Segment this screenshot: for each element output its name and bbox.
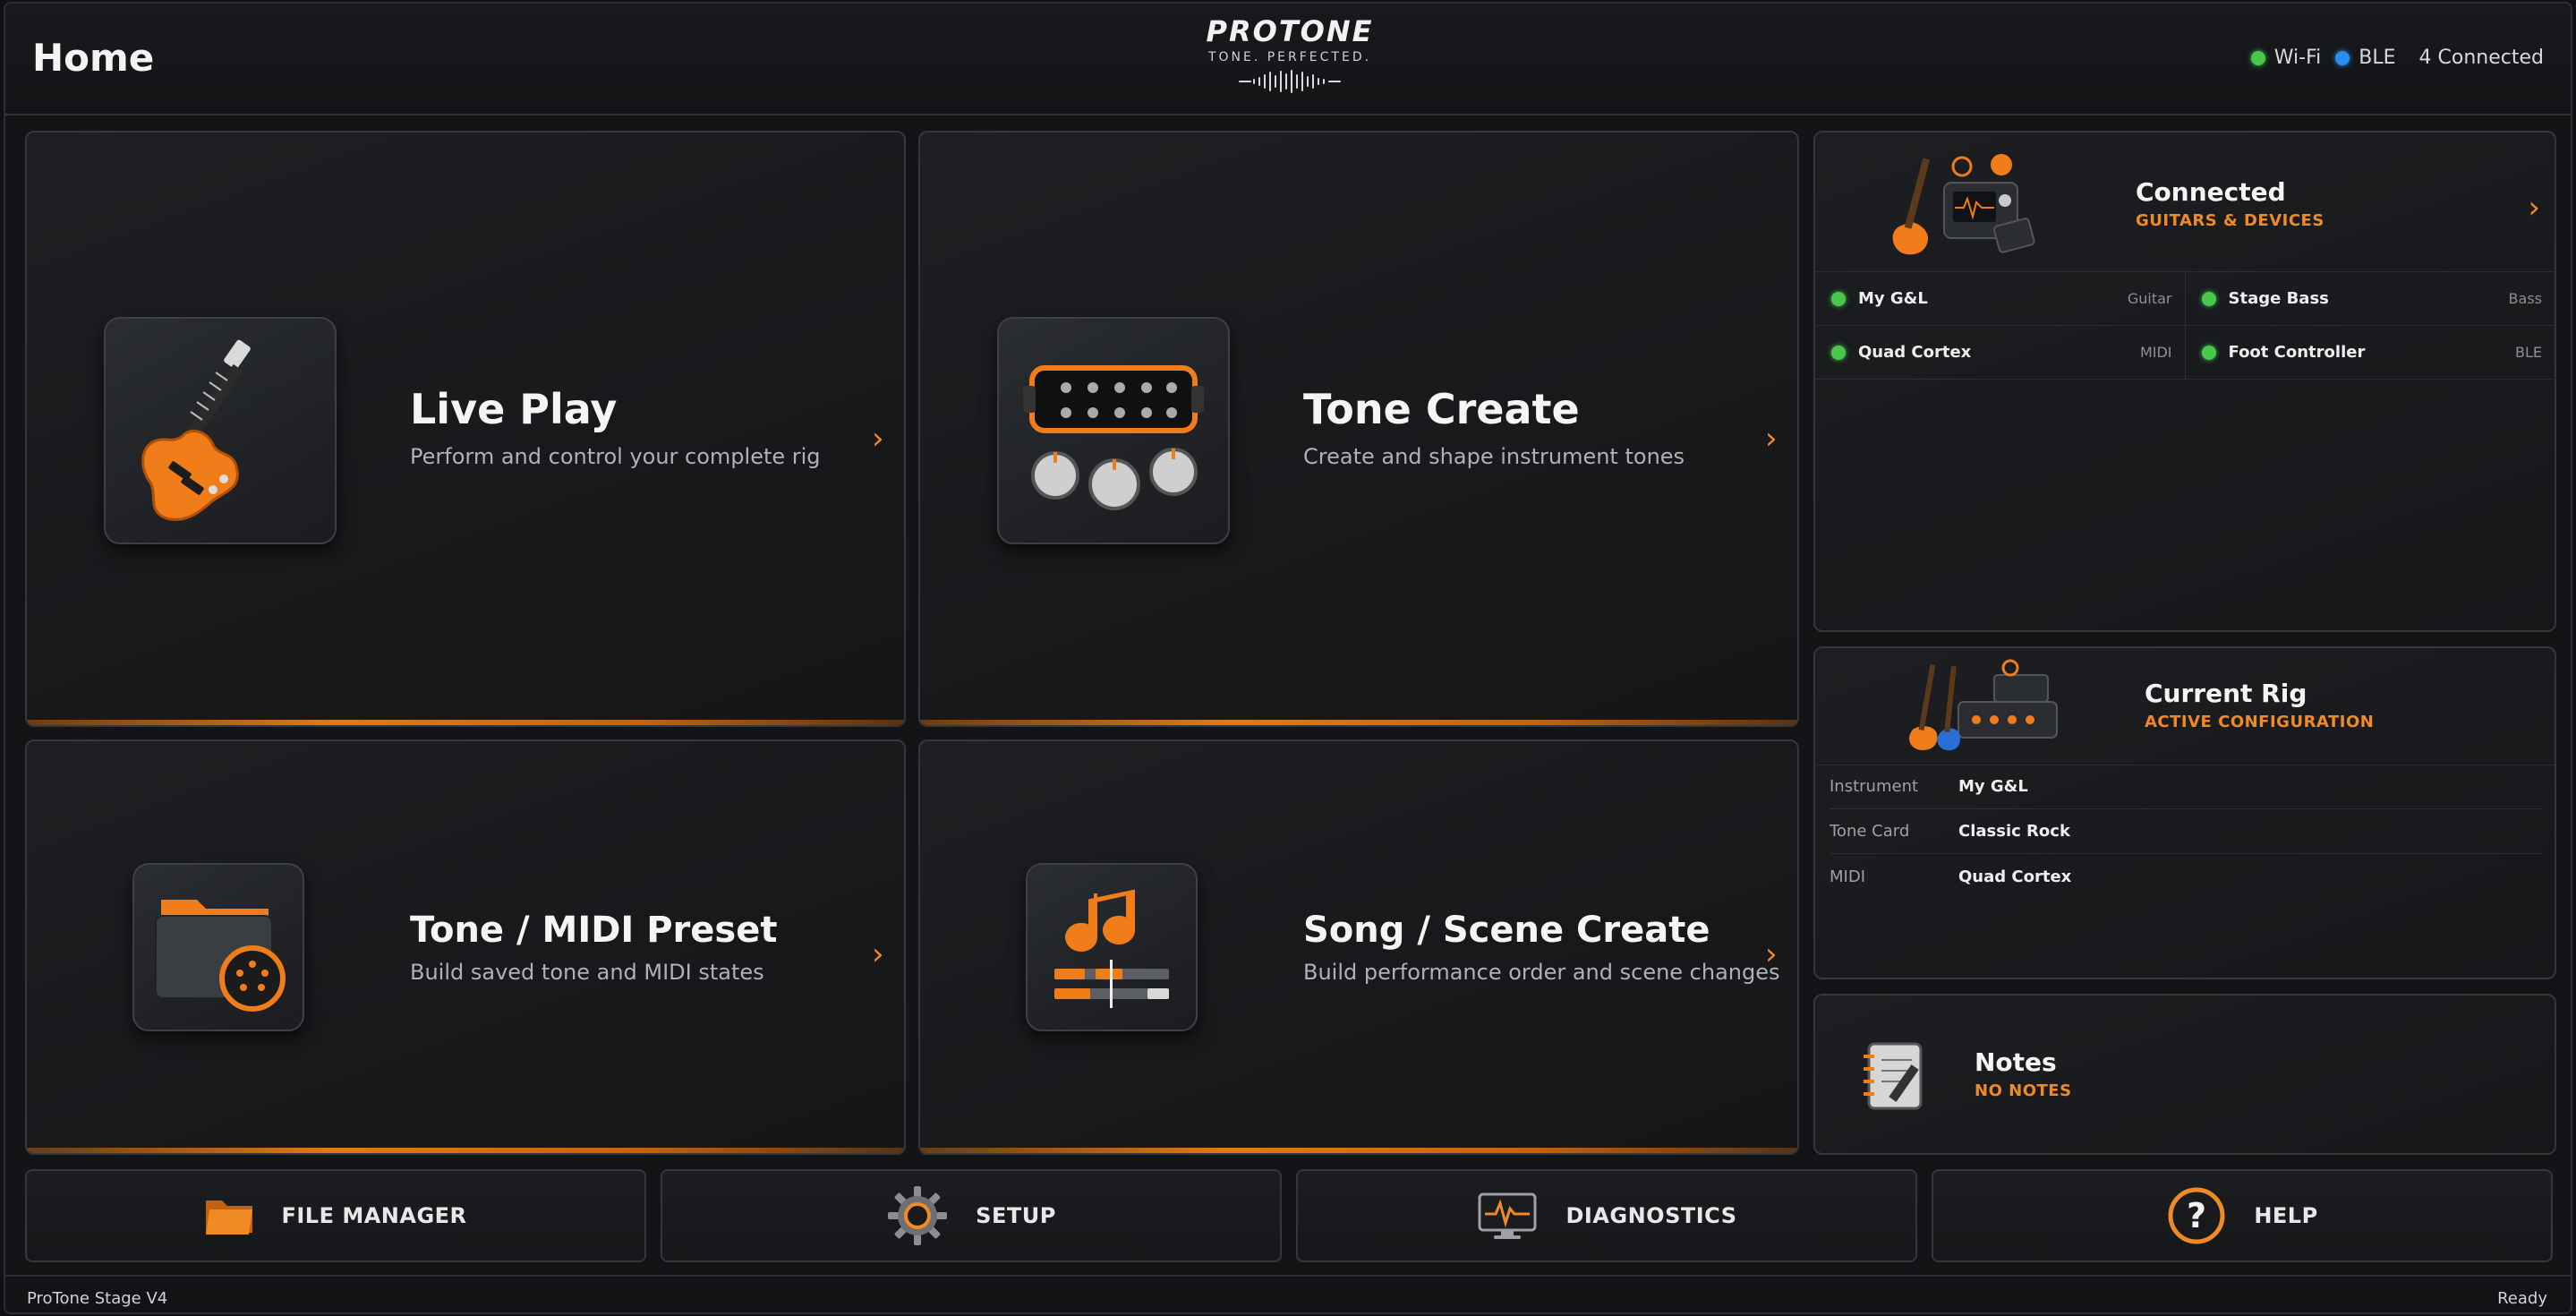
rig-value: My G&L xyxy=(1958,777,2028,796)
tile-accent-bar xyxy=(27,1148,904,1153)
tile-song-scene-create[interactable]: Song / Scene Create Build performance or… xyxy=(918,739,1799,1155)
page-title: Home xyxy=(32,36,155,80)
pickup-knobs-icon xyxy=(997,317,1230,544)
device-item[interactable]: My G&L Guitar xyxy=(1815,272,2185,325)
tile-title: Live Play xyxy=(410,385,618,433)
notepad-icon xyxy=(1855,1037,1935,1121)
setup-button[interactable]: SETUP xyxy=(661,1169,1282,1262)
device-type: Guitar xyxy=(2127,290,2172,307)
chevron-right-icon: › xyxy=(1765,421,1778,457)
tile-tone-create[interactable]: Tone Create Create and shape instrument … xyxy=(918,131,1799,727)
chevron-right-icon[interactable]: › xyxy=(2528,190,2540,226)
device-name: My G&L xyxy=(1858,289,1928,308)
tile-subtitle: Build saved tone and MIDI states xyxy=(410,960,764,985)
rig-value: Classic Rock xyxy=(1958,822,2070,841)
tile-subtitle: Perform and control your complete rig xyxy=(410,444,821,469)
electric-guitar-icon xyxy=(104,317,337,544)
device-type: BLE xyxy=(2515,344,2542,361)
device-row: Quad Cortex MIDI Foot Controller BLE xyxy=(1815,326,2555,380)
rig-key: Instrument xyxy=(1830,777,1919,796)
ready-status: Ready xyxy=(2497,1289,2547,1308)
button-label: FILE MANAGER xyxy=(281,1203,467,1228)
current-rig-panel[interactable]: Current Rig ACTIVE CONFIGURATION Instrum… xyxy=(1813,646,2556,979)
button-label: DIAGNOSTICS xyxy=(1565,1203,1737,1228)
diagnostics-button[interactable]: DIAGNOSTICS xyxy=(1296,1169,1917,1262)
device-type: MIDI xyxy=(2139,344,2172,361)
tile-accent-bar xyxy=(27,720,904,725)
wifi-status-dot xyxy=(2250,50,2265,65)
connected-title: Connected xyxy=(2136,177,2286,207)
device-name: Stage Bass xyxy=(2228,289,2329,308)
ble-label: BLE xyxy=(2358,47,2396,69)
logo-tagline: TONE. PERFECTED. xyxy=(1207,50,1372,64)
svg-text:?: ? xyxy=(2187,1196,2206,1235)
help-icon: ? xyxy=(2168,1187,2225,1244)
ble-status: BLE xyxy=(2335,47,2396,69)
chevron-right-icon: › xyxy=(872,936,884,972)
rig-row: MIDI Quad Cortex xyxy=(1830,854,2542,899)
device-status-dot xyxy=(2201,345,2216,360)
rig-value: Quad Cortex xyxy=(1958,867,2072,886)
device-name: Quad Cortex xyxy=(1858,343,1972,362)
device-status-dot xyxy=(2201,291,2216,306)
logo-brand: PROTONE xyxy=(1206,14,1374,48)
device-item[interactable]: Quad Cortex MIDI xyxy=(1815,326,2185,379)
connected-count: 4 Connected xyxy=(2418,47,2544,69)
device-list: My G&L Guitar Stage Bass Bass Quad Corte… xyxy=(1815,271,2555,380)
wifi-label: Wi-Fi xyxy=(2273,47,2322,69)
device-row: My G&L Guitar Stage Bass Bass xyxy=(1815,272,2555,326)
rig-row: Instrument My G&L xyxy=(1830,765,2542,809)
top-header: Home PROTONE TONE. PERFECTED. Wi-Fi BLE … xyxy=(5,4,2571,115)
app-version: ProTone Stage V4 xyxy=(27,1289,168,1308)
status-bar: ProTone Stage V4 Ready xyxy=(5,1275,2571,1312)
tile-title: Tone Create xyxy=(1303,385,1580,433)
tile-tone-midi-preset[interactable]: Tone / MIDI Preset Build saved tone and … xyxy=(25,739,906,1155)
rig-details: Instrument My G&L Tone Card Classic Rock… xyxy=(1830,765,2542,899)
device-item[interactable]: Stage Bass Bass xyxy=(2184,272,2555,325)
connection-status: Wi-Fi BLE 4 Connected xyxy=(2250,47,2544,69)
help-button[interactable]: ? HELP xyxy=(1932,1169,2553,1262)
button-label: HELP xyxy=(2254,1203,2318,1228)
tile-subtitle: Create and shape instrument tones xyxy=(1303,444,1685,469)
device-name: Foot Controller xyxy=(2228,343,2366,362)
device-type: Bass xyxy=(2508,290,2542,307)
chevron-right-icon: › xyxy=(1765,936,1778,972)
folder-icon xyxy=(206,1201,253,1235)
current-rig-title: Current Rig xyxy=(2145,679,2307,708)
current-rig-subtitle: ACTIVE CONFIGURATION xyxy=(2145,713,2375,731)
rig-row: Tone Card Classic Rock xyxy=(1830,809,2542,854)
button-label: SETUP xyxy=(976,1203,1056,1228)
tile-accent-bar xyxy=(920,1148,1797,1153)
connected-panel[interactable]: Connected GUITARS & DEVICES › My G&L Gui… xyxy=(1813,131,2556,632)
guitar-devices-illustration-icon xyxy=(1887,145,2039,265)
tile-accent-bar xyxy=(920,720,1797,725)
gear-icon xyxy=(888,1186,948,1245)
rig-key: Tone Card xyxy=(1830,822,1910,841)
chevron-right-icon: › xyxy=(872,421,884,457)
waveform-icon xyxy=(1239,70,1341,93)
notes-panel[interactable]: Notes NO NOTES xyxy=(1813,994,2556,1155)
tile-title: Song / Scene Create xyxy=(1303,910,1710,951)
notes-title: Notes xyxy=(1975,1047,2057,1077)
rig-key: MIDI xyxy=(1830,867,1866,886)
protone-logo: PROTONE TONE. PERFECTED. xyxy=(1156,14,1424,97)
connected-subtitle: GUITARS & DEVICES xyxy=(2136,211,2324,230)
tile-live-play[interactable]: Live Play Perform and control your compl… xyxy=(25,131,906,727)
device-status-dot xyxy=(1831,291,1846,306)
wifi-status: Wi-Fi xyxy=(2250,47,2322,69)
monitor-pulse-icon xyxy=(1478,1192,1537,1239)
device-item[interactable]: Foot Controller BLE xyxy=(2184,326,2555,379)
folder-midi-icon xyxy=(132,863,304,1031)
rig-illustration-icon xyxy=(1905,657,2066,759)
ble-status-dot xyxy=(2335,50,2350,65)
tile-subtitle: Build performance order and scene change… xyxy=(1303,960,1780,985)
music-note-icon xyxy=(1026,863,1198,1031)
device-status-dot xyxy=(1831,345,1846,360)
file-manager-button[interactable]: FILE MANAGER xyxy=(25,1169,646,1262)
notes-subtitle: NO NOTES xyxy=(1975,1081,2072,1100)
app-window: Home PROTONE TONE. PERFECTED. Wi-Fi BLE … xyxy=(4,2,2572,1314)
tile-title: Tone / MIDI Preset xyxy=(410,910,778,951)
